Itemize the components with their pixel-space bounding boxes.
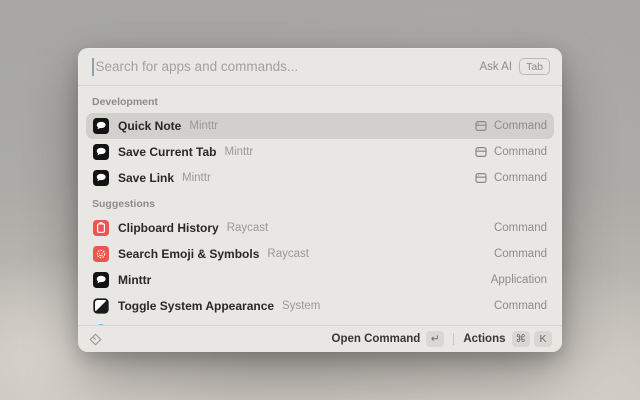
command-window-icon: [474, 145, 488, 159]
section-label-development: Development: [86, 89, 554, 113]
open-command-label: Open Command: [332, 333, 421, 345]
item-title: Minttr: [118, 273, 151, 287]
footer-divider: [453, 333, 454, 345]
item-type-label: Command: [494, 120, 547, 132]
open-command-button[interactable]: Open Command ↵: [332, 331, 445, 347]
item-type-label: Application: [491, 274, 547, 286]
item-title: Clipboard History: [118, 221, 219, 235]
search-input[interactable]: [96, 59, 480, 74]
item-title: Toggle System Appearance: [118, 299, 274, 313]
tab-key-badge: Tab: [519, 58, 550, 75]
item-subtitle: System: [282, 300, 320, 312]
emoji-icon: [93, 246, 109, 262]
item-type-label: Command: [494, 222, 547, 234]
search-bar: Ask AI Tab: [78, 48, 562, 86]
item-type-label: Command: [494, 172, 547, 184]
actions-label: Actions: [463, 333, 505, 345]
minttr-icon: [93, 118, 109, 134]
text-cursor: [92, 58, 94, 76]
item-subtitle: Minttr: [189, 120, 218, 132]
item-title: Quick Note: [118, 119, 181, 133]
list-item-quick-note[interactable]: Quick Note Minttr Command: [86, 113, 554, 139]
ask-ai-label[interactable]: Ask AI: [479, 61, 512, 73]
list-item-toggle-system-appearance[interactable]: Toggle System Appearance System Command: [86, 293, 554, 319]
item-title: Save Current Tab: [118, 145, 216, 159]
clipboard-icon: [93, 220, 109, 236]
return-key-badge: ↵: [426, 331, 444, 347]
list-item-clipboard-history[interactable]: Clipboard History Raycast Command: [86, 215, 554, 241]
item-title: Save Link: [118, 171, 174, 185]
item-subtitle: Raycast: [267, 248, 309, 260]
appearance-icon: [93, 298, 109, 314]
minttr-icon: [93, 272, 109, 288]
list-item-minttr-app[interactable]: Minttr Application: [86, 267, 554, 293]
minttr-icon: [93, 170, 109, 186]
raycast-launcher-window: Ask AI Tab Development Quick Note Minttr…: [78, 48, 562, 352]
item-type-label: Command: [494, 248, 547, 260]
command-key-badge: ⌘: [512, 331, 531, 347]
section-label-suggestions: Suggestions: [86, 191, 554, 215]
list-item-save-current-tab[interactable]: Save Current Tab Minttr Command: [86, 139, 554, 165]
item-type-label: Command: [494, 300, 547, 312]
results-list: Development Quick Note Minttr Command Sa…: [78, 86, 562, 325]
actions-button[interactable]: Actions ⌘ K: [463, 331, 552, 347]
item-subtitle: Minttr: [224, 146, 253, 158]
desktop-background: Ask AI Tab Development Quick Note Minttr…: [0, 0, 640, 400]
item-title: Search Emoji & Symbols: [118, 247, 259, 261]
command-window-icon: [474, 119, 488, 133]
command-window-icon: [474, 171, 488, 185]
minttr-icon: [93, 144, 109, 160]
k-key-badge: K: [534, 331, 552, 347]
item-type-label: Command: [494, 146, 547, 158]
item-subtitle: Raycast: [227, 222, 269, 234]
action-bar: Open Command ↵ Actions ⌘ K: [78, 325, 562, 352]
list-item-save-link[interactable]: Save Link Minttr Command: [86, 165, 554, 191]
list-item-search-emoji-symbols[interactable]: Search Emoji & Symbols Raycast Command: [86, 241, 554, 267]
item-subtitle: Minttr: [182, 172, 211, 184]
raycast-logo-icon: [88, 332, 103, 347]
